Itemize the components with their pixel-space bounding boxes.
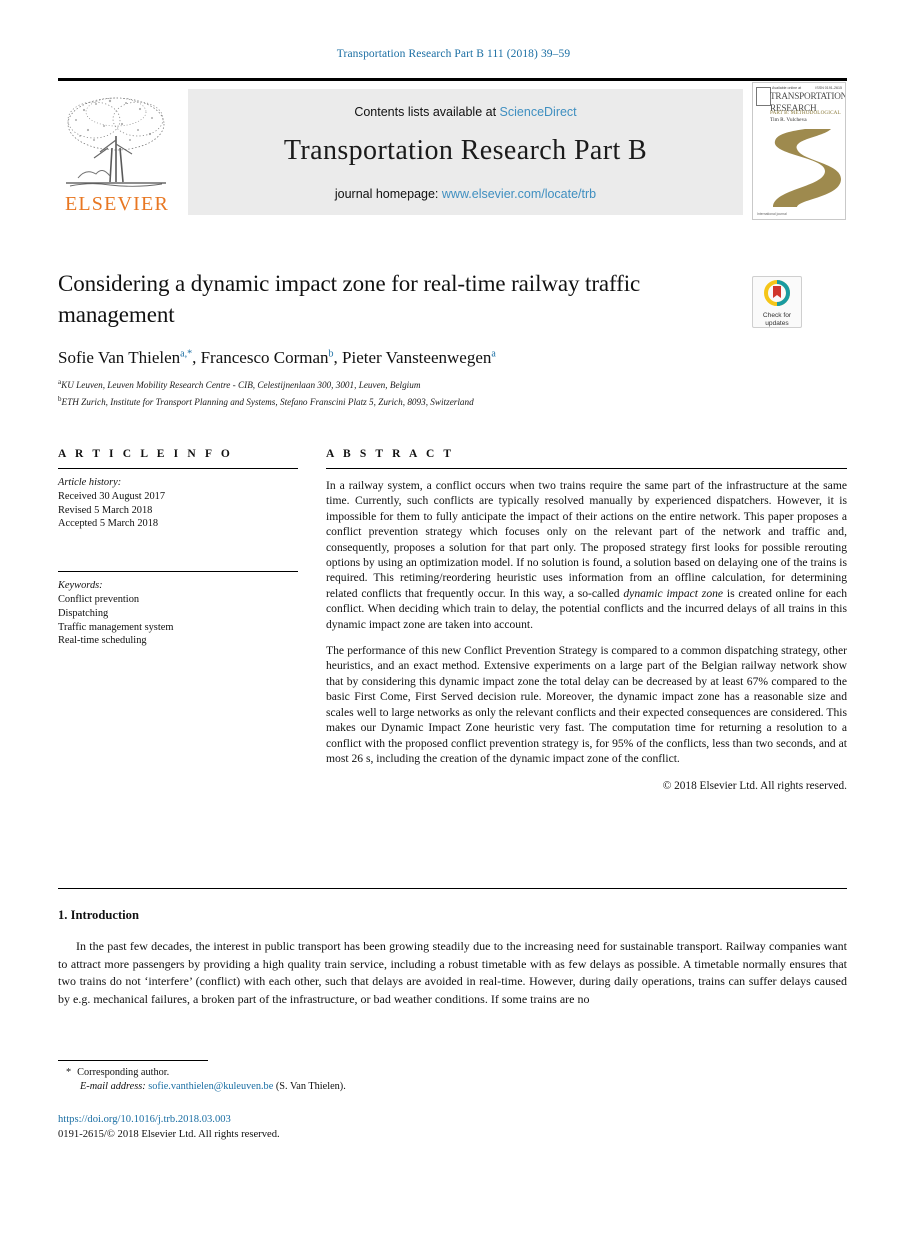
abstract-p1-a: In a railway system, a conflict occurs w… <box>326 479 847 600</box>
keywords-block: Keywords: Conflict prevention Dispatchin… <box>58 571 298 648</box>
affiliation-text: ETH Zurich, Institute for Transport Plan… <box>61 396 474 407</box>
running-head: Transportation Research Part B 111 (2018… <box>336 48 571 60</box>
elsevier-tree-icon <box>66 97 166 187</box>
email-link[interactable]: sofie.vanthielen@kuleuven.be <box>148 1081 273 1092</box>
corresponding-author-line: * Corresponding author. <box>66 1066 666 1080</box>
keyword-item: Conflict prevention <box>58 593 140 605</box>
cover-title-line4: Tim R. Vulcheva <box>770 117 807 123</box>
cover-elsevier-mark-icon <box>756 87 771 106</box>
cover-header-left: Available online at <box>772 86 802 90</box>
article-history-group: Article history: Received 30 August 2017… <box>58 476 298 531</box>
affiliation-list: aKU Leuven, Leuven Mobility Research Cen… <box>58 376 818 409</box>
author-mark: a <box>491 348 496 360</box>
article-info-heading: A R T I C L E I N F O <box>58 448 233 460</box>
author-sep: , <box>192 348 201 367</box>
section-heading-introduction: 1. Introduction <box>58 908 139 922</box>
email-line: E-mail address: sofie.vanthielen@kuleuve… <box>66 1080 666 1094</box>
affiliation-item: aKU Leuven, Leuven Mobility Research Cen… <box>58 376 818 393</box>
journal-homepage-line: journal homepage: www.elsevier.com/locat… <box>188 187 743 201</box>
author-name: Sofie Van Thielen <box>58 348 181 367</box>
journal-cover-thumbnail[interactable]: Available online at ISSN 0191-2615 TRANS… <box>752 82 846 220</box>
cover-footer-text: International journal <box>757 212 787 216</box>
author-list: Sofie Van Thielena,*, Francesco Cormanb,… <box>58 348 818 368</box>
keywords-rule <box>58 571 298 573</box>
footnote-block: * Corresponding author. E-mail address: s… <box>66 1066 666 1095</box>
crossmark-line1: Check for <box>762 312 792 319</box>
elsevier-wordmark: ELSEVIER <box>64 193 170 215</box>
keywords-group: Keywords: Conflict prevention Dispatchin… <box>58 579 298 648</box>
cover-header-right: ISSN 0191-2615 <box>815 86 842 90</box>
abstract-p1-italic: dynamic impact zone <box>623 586 724 600</box>
crossmark-line2: updates <box>765 319 789 327</box>
author-name: Pieter Vansteenwegen <box>342 348 492 367</box>
page-title: Considering a dynamic impact zone for re… <box>58 271 641 327</box>
header-top-rule <box>58 78 847 81</box>
article-history-title: Article history: <box>58 477 122 488</box>
history-item: Accepted 5 March 2018 <box>58 518 159 530</box>
article-info-column: A R T I C L E I N F O Article history: R… <box>58 448 298 648</box>
elsevier-logo: ELSEVIER <box>60 90 178 218</box>
journal-title: Transportation Research Part B <box>283 135 648 166</box>
abstract-copyright: © 2018 Elsevier Ltd. All rights reserved… <box>662 780 847 793</box>
article-info-rule <box>58 468 298 469</box>
cover-title-line1: TRANSPORTATION <box>770 91 846 101</box>
abstract-paragraph: The performance of this new Conflict Pre… <box>326 644 847 765</box>
crossmark-label: Check for updates <box>753 312 801 327</box>
affiliation-item: bETH Zurich, Institute for Transport Pla… <box>58 393 818 410</box>
abstract-body: In a railway system, a conflict occurs w… <box>326 478 847 766</box>
author-mark: a,* <box>180 348 193 360</box>
asterisk-icon: * <box>66 1067 72 1078</box>
email-label: E-mail address: <box>80 1081 146 1093</box>
author-name: Francesco Corman <box>200 348 329 367</box>
contents-prefix: Contents lists available at <box>354 105 497 119</box>
author-sep: , <box>333 348 343 367</box>
journal-homepage-link[interactable]: www.elsevier.com/locate/trb <box>442 187 596 201</box>
paper-page: Transportation Research Part B 111 (2018… <box>0 0 907 1238</box>
email-owner: (S. Van Thielen). <box>275 1081 346 1093</box>
title-block: Considering a dynamic impact zone for re… <box>58 268 738 330</box>
keyword-item: Traffic management system <box>58 621 174 633</box>
contents-available-line: Contents lists available at ScienceDirec… <box>188 105 743 119</box>
sciencedirect-link[interactable]: ScienceDirect <box>500 105 577 119</box>
doi-link[interactable]: https://doi.org/10.1016/j.trb.2018.03.00… <box>58 1114 231 1125</box>
abstract-heading: A B S T R A C T <box>326 448 455 460</box>
footnote-separator-rule <box>58 1060 208 1061</box>
journal-banner: Contents lists available at ScienceDirec… <box>188 89 743 215</box>
keywords-title: Keywords: <box>58 580 103 592</box>
homepage-prefix: journal homepage: <box>334 187 439 201</box>
issn-copyright: 0191-2615/© 2018 Elsevier Ltd. All right… <box>58 1129 280 1140</box>
cover-header-tiny: Available online at ISSN 0191-2615 <box>772 86 842 90</box>
journal-header: ELSEVIER Contents lists available at Sci… <box>58 78 847 220</box>
crossmark-logo-icon <box>764 280 790 306</box>
abstract-paragraph: In a railway system, a conflict occurs w… <box>326 478 847 632</box>
history-item: Revised 5 March 2018 <box>58 504 153 516</box>
keyword-item: Dispatching <box>58 607 109 619</box>
cover-title-line3: PART B: METHODOLOGICAL <box>770 110 841 116</box>
keyword-item: Real-time scheduling <box>58 635 147 647</box>
abstract-rule <box>326 468 847 469</box>
affiliation-text: KU Leuven, Leuven Mobility Research Cent… <box>61 380 421 391</box>
body-separator-rule <box>58 888 847 889</box>
history-item: Received 30 August 2017 <box>58 490 166 502</box>
abstract-column: A B S T R A C T In a railway system, a c… <box>326 448 847 792</box>
introduction-body: In the past few decades, the interest in… <box>58 938 847 1008</box>
introduction-paragraph: In the past few decades, the interest in… <box>58 939 847 1006</box>
cover-road-graphic-icon <box>753 129 845 207</box>
corresponding-author-text: Corresponding author. <box>77 1067 170 1078</box>
crossmark-badge[interactable]: Check for updates <box>752 276 802 328</box>
